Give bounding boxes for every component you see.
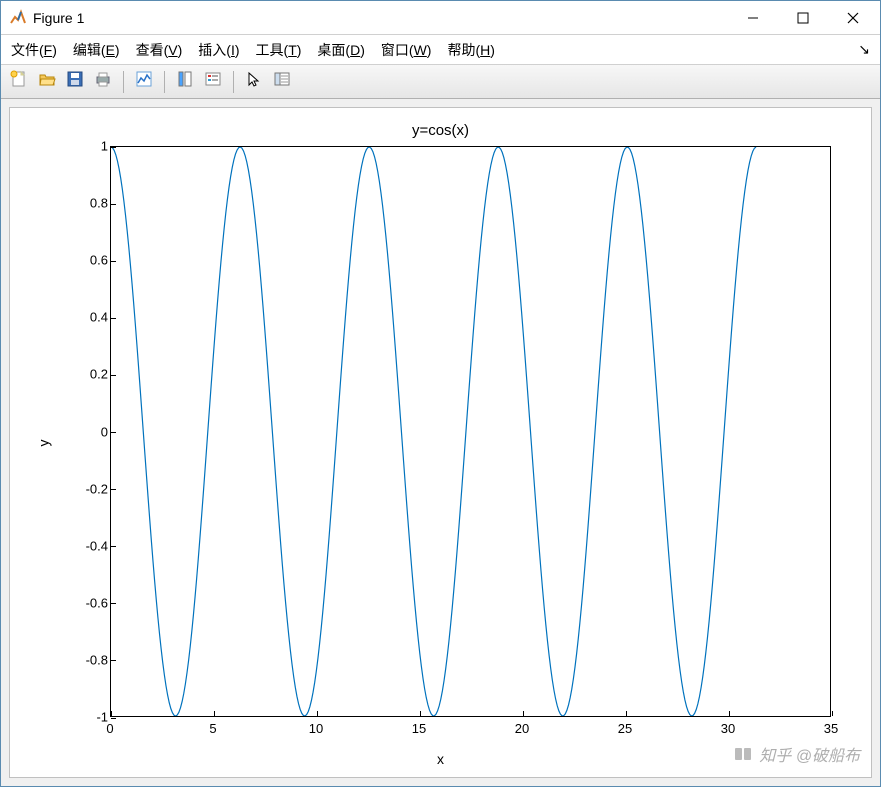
- menu-i[interactable]: 插入(I): [198, 40, 239, 60]
- x-tick-mark: [111, 711, 112, 716]
- y-tick-mark: [111, 261, 116, 262]
- plot-line-layer: [111, 147, 830, 716]
- y-tick-mark: [111, 375, 116, 376]
- inspector-icon: [273, 70, 291, 93]
- pointer-icon: [245, 70, 263, 93]
- y-tick-label: 1: [101, 139, 108, 154]
- x-tick-label: 35: [824, 721, 838, 736]
- new-icon: [10, 70, 28, 93]
- y-tick-mark: [111, 147, 116, 148]
- x-tick-label: 15: [412, 721, 426, 736]
- save-icon: [66, 70, 84, 93]
- figure-area: y=cos(x) y x -1-0.8-0.6-0.4-0.200.20.40.…: [1, 99, 880, 786]
- y-tick-mark: [111, 204, 116, 205]
- titlebar: Figure 1: [1, 1, 880, 35]
- y-tick-label: 0.6: [90, 253, 108, 268]
- open-icon: [38, 70, 56, 93]
- x-tick-mark: [832, 711, 833, 716]
- toolbar-separator: [164, 71, 165, 93]
- y-tick-mark: [111, 718, 116, 719]
- y-tick-mark: [111, 546, 116, 547]
- link-plot-button[interactable]: [132, 70, 156, 94]
- x-tick-label: 20: [515, 721, 529, 736]
- y-axis-label: y: [36, 439, 52, 446]
- toolbar-separator: [233, 71, 234, 93]
- colorbar-icon: [176, 70, 194, 93]
- insert-legend-button[interactable]: [201, 70, 225, 94]
- axes[interactable]: y=cos(x) y x -1-0.8-0.6-0.4-0.200.20.40.…: [10, 108, 871, 777]
- y-tick-mark: [111, 318, 116, 319]
- menu-w[interactable]: 窗口(W): [381, 40, 432, 60]
- y-tick-label: -0.2: [86, 481, 108, 496]
- x-tick-mark: [317, 711, 318, 716]
- x-tick-label: 25: [618, 721, 632, 736]
- y-tick-label: -0.6: [86, 595, 108, 610]
- edit-plot-button[interactable]: [242, 70, 266, 94]
- x-tick-label: 30: [721, 721, 735, 736]
- open-file-button[interactable]: [35, 70, 59, 94]
- x-tick-mark: [214, 711, 215, 716]
- figure-canvas[interactable]: y=cos(x) y x -1-0.8-0.6-0.4-0.200.20.40.…: [9, 107, 872, 778]
- menu-e[interactable]: 编辑(E): [73, 40, 120, 60]
- x-tick-mark: [523, 711, 524, 716]
- open-property-inspector-button[interactable]: [270, 70, 294, 94]
- new-figure-button[interactable]: [7, 70, 31, 94]
- series-line: [111, 147, 756, 716]
- y-tick-mark: [111, 660, 116, 661]
- y-tick-mark: [111, 603, 116, 604]
- toolbar: [1, 65, 880, 99]
- legend-icon: [204, 70, 222, 93]
- maximize-button[interactable]: [778, 2, 828, 34]
- save-figure-button[interactable]: [63, 70, 87, 94]
- x-tick-label: 0: [106, 721, 113, 736]
- menubar-overflow-icon[interactable]: ↘: [858, 41, 870, 58]
- y-tick-label: -0.4: [86, 538, 108, 553]
- minimize-button[interactable]: [728, 2, 778, 34]
- menu-t[interactable]: 工具(T): [256, 40, 302, 60]
- link-icon: [135, 70, 153, 93]
- x-tick-label: 10: [309, 721, 323, 736]
- y-tick-label: -0.8: [86, 652, 108, 667]
- chart-title: y=cos(x): [10, 122, 871, 139]
- plot-box[interactable]: [110, 146, 831, 717]
- menu-v[interactable]: 查看(V): [136, 40, 183, 60]
- x-tick-mark: [420, 711, 421, 716]
- menu-f[interactable]: 文件(F): [11, 40, 57, 60]
- insert-colorbar-button[interactable]: [173, 70, 197, 94]
- figure-window: Figure 1 文件(F) 编辑(E) 查看(V) 插入(I) 工具(T) 桌面(D) 窗…: [0, 0, 881, 787]
- y-tick-label: 0.2: [90, 367, 108, 382]
- toolbar-separator: [123, 71, 124, 93]
- print-icon: [94, 70, 112, 93]
- y-tick-label: 0.8: [90, 196, 108, 211]
- menubar: 文件(F) 编辑(E) 查看(V) 插入(I) 工具(T) 桌面(D) 窗口(W) 帮助(H)…: [1, 35, 880, 65]
- menu-d[interactable]: 桌面(D): [317, 40, 364, 60]
- close-button[interactable]: [828, 2, 878, 34]
- menu-h[interactable]: 帮助(H): [447, 40, 494, 60]
- y-tick-mark: [111, 432, 116, 433]
- matlab-icon: [9, 9, 27, 27]
- x-tick-mark: [729, 711, 730, 716]
- x-tick-label: 5: [209, 721, 216, 736]
- y-tick-label: 0.4: [90, 310, 108, 325]
- y-tick-label: 0: [101, 424, 108, 439]
- y-tick-mark: [111, 489, 116, 490]
- print-figure-button[interactable]: [91, 70, 115, 94]
- x-tick-mark: [626, 711, 627, 716]
- window-title: Figure 1: [33, 10, 84, 26]
- x-axis-label: x: [10, 751, 871, 767]
